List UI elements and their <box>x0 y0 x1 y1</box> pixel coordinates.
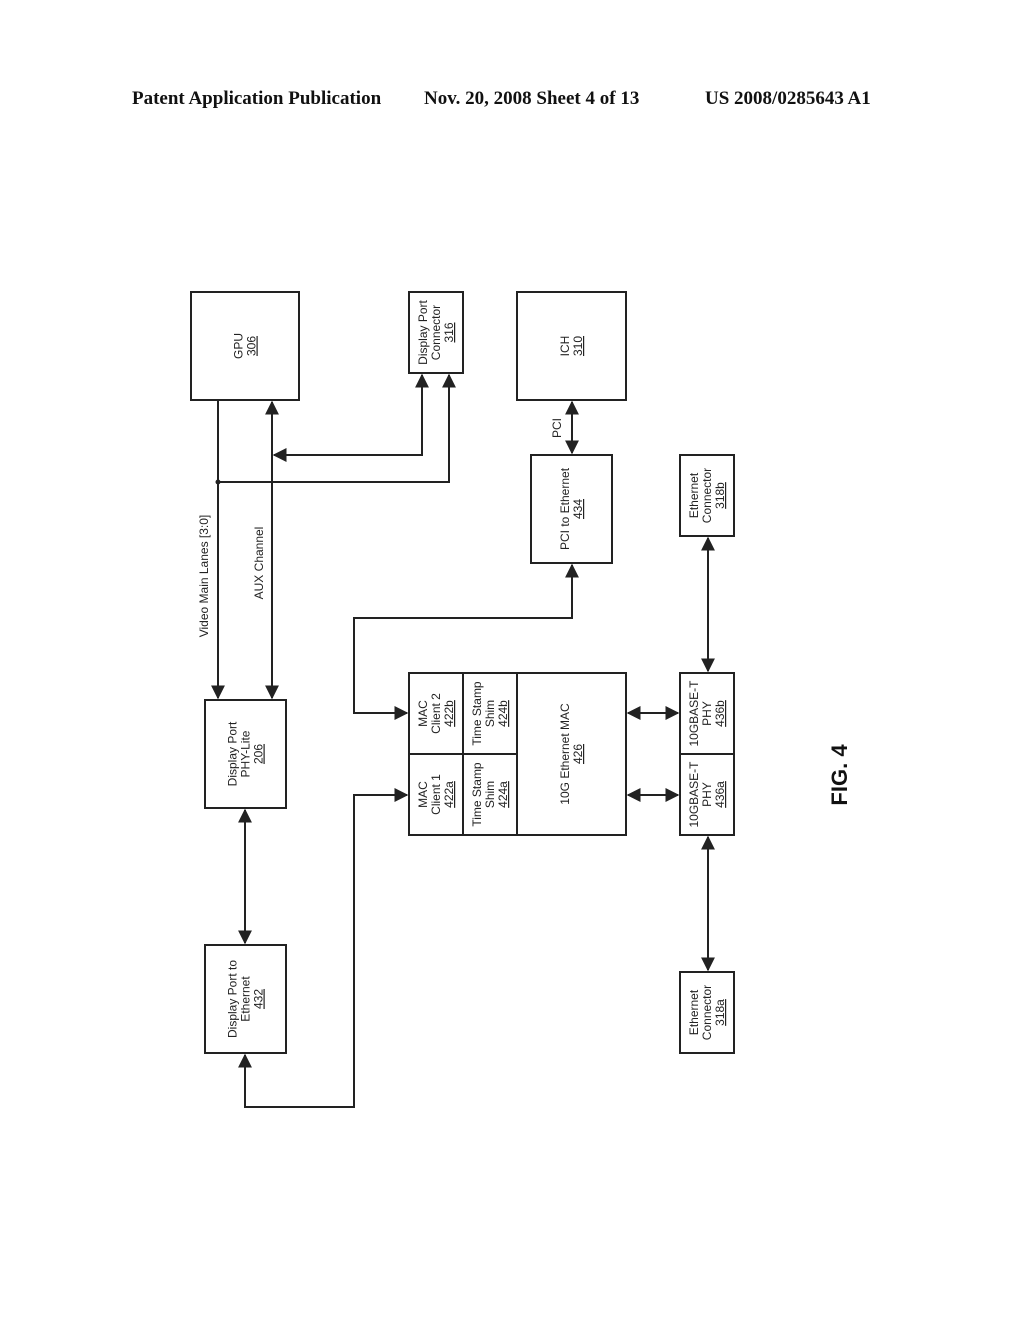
block-text-line: Client 1 <box>429 774 443 815</box>
reference-numeral: 424b <box>496 700 510 727</box>
reference-numeral: 310 <box>571 336 585 356</box>
block-text-line: Shim <box>483 700 497 727</box>
aux-channel-label: AUX Channel <box>252 527 266 600</box>
block-text-line: Ethernet <box>239 976 253 1022</box>
reference-numeral: 318b <box>713 482 727 509</box>
block-text-line: MAC <box>416 700 430 727</box>
block-text-line: Ethernet <box>687 472 701 518</box>
reference-numeral: 422b <box>442 700 456 727</box>
block-text-line: Display Port <box>226 721 240 786</box>
pci-label: PCI <box>550 418 564 438</box>
block-text-line: PHY-Lite <box>239 730 253 777</box>
reference-numeral: 318a <box>713 999 727 1026</box>
reference-numeral: 422a <box>442 781 456 808</box>
block-text-line: PCI to Ethernet <box>558 467 572 550</box>
figure-label: FIG. 4 <box>827 744 852 806</box>
block-diagram: GPU306 Display PortConnector316ICH310PCI … <box>190 291 852 1108</box>
block-text-line: ICH <box>558 336 572 357</box>
reference-numeral: 316 <box>442 322 456 342</box>
block-text-line: Connector <box>700 468 714 523</box>
block-text-line: Client 2 <box>429 693 443 734</box>
block-text-line: Shim <box>483 781 497 808</box>
block-text-line: Display Port <box>416 299 430 364</box>
block-text-line: PHY <box>700 782 714 807</box>
block-text-line: MAC <box>416 781 430 808</box>
block-text-line: Connector <box>429 305 443 360</box>
block-text-line: 10G Ethernet MAC <box>558 703 572 805</box>
block-text-line: Display Port to <box>226 960 240 1038</box>
ich-label: ICH310 <box>558 336 585 357</box>
reference-numeral: 434 <box>571 499 585 519</box>
block-text-line: Time Stamp <box>470 762 484 827</box>
block-text-line: GPU <box>232 333 246 359</box>
reference-numeral: 436a <box>713 781 727 808</box>
block-text-line: PHY <box>700 701 714 726</box>
block-text-line: Connector <box>700 985 714 1040</box>
reference-numeral: 306 <box>245 336 259 356</box>
block-text-line: Ethernet <box>687 989 701 1035</box>
reference-numeral: 206 <box>252 744 266 764</box>
reference-numeral: 426 <box>571 744 585 764</box>
reference-numeral: 432 <box>252 989 266 1009</box>
reference-numeral: 436b <box>713 700 727 727</box>
reference-numeral: 424a <box>496 781 510 808</box>
block-text-line: Time Stamp <box>470 681 484 746</box>
block-text-line: 10GBASE-T <box>687 680 701 747</box>
block-text-line: 10GBASE-T <box>687 761 701 828</box>
video-main-lanes-label: Video Main Lanes [3:0] <box>197 515 211 638</box>
gpu-label: GPU306 <box>232 333 259 359</box>
